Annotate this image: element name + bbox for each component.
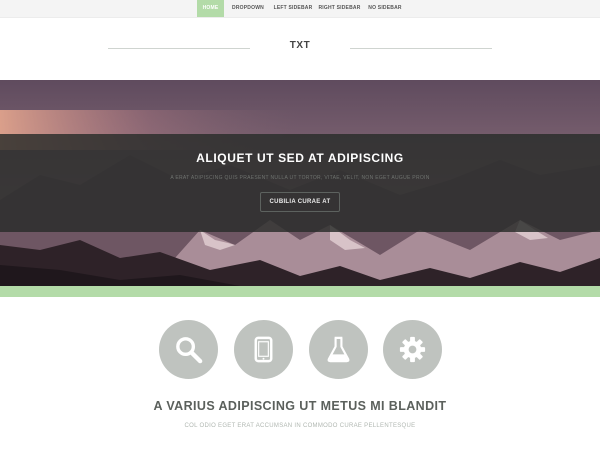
search-icon [176,337,203,364]
nav-item-left-sidebar[interactable]: LEFT SIDEBAR [273,0,313,17]
header-divider-right [350,48,492,49]
feature-settings[interactable] [383,320,442,379]
nav-item-right-sidebar[interactable]: RIGHT SIDEBAR [318,0,361,17]
hero-cta-button[interactable]: CUBILIA CURAE AT [260,192,340,212]
hero-section: ALIQUET UT SED AT ADIPISCING A ERAT ADIP… [0,80,600,286]
feature-tablet[interactable] [234,320,293,379]
hero-title: ALIQUET UT SED AT ADIPISCING [196,151,404,165]
feature-search[interactable] [159,320,218,379]
site-logo[interactable]: TXT [270,40,330,51]
gear-icon [399,336,426,363]
hero-banner: ALIQUET UT SED AT ADIPISCING A ERAT ADIP… [0,134,600,232]
accent-divider [0,286,600,297]
header-divider-left [108,48,250,49]
site-header: TXT [0,18,600,80]
nav-item-dropdown[interactable]: DROPDOWN [229,0,267,17]
features-subheading: COL ODIO EGET ERAT ACCUMSAN IN COMMODO C… [184,423,416,429]
nav-item-no-sidebar[interactable]: NO SIDEBAR [366,0,404,17]
features-heading: A VARIUS ADIPISCING UT METUS MI BLANDIT [153,399,447,413]
flask-icon [327,336,350,363]
top-nav: HOME DROPDOWN LEFT SIDEBAR RIGHT SIDEBAR… [0,0,600,18]
nav-item-home[interactable]: HOME [197,0,224,17]
tablet-icon [254,336,273,363]
hero-subtitle: A ERAT ADIPISCING QUIS PRAESENT NULLA UT… [170,175,430,181]
feature-flask[interactable] [309,320,368,379]
